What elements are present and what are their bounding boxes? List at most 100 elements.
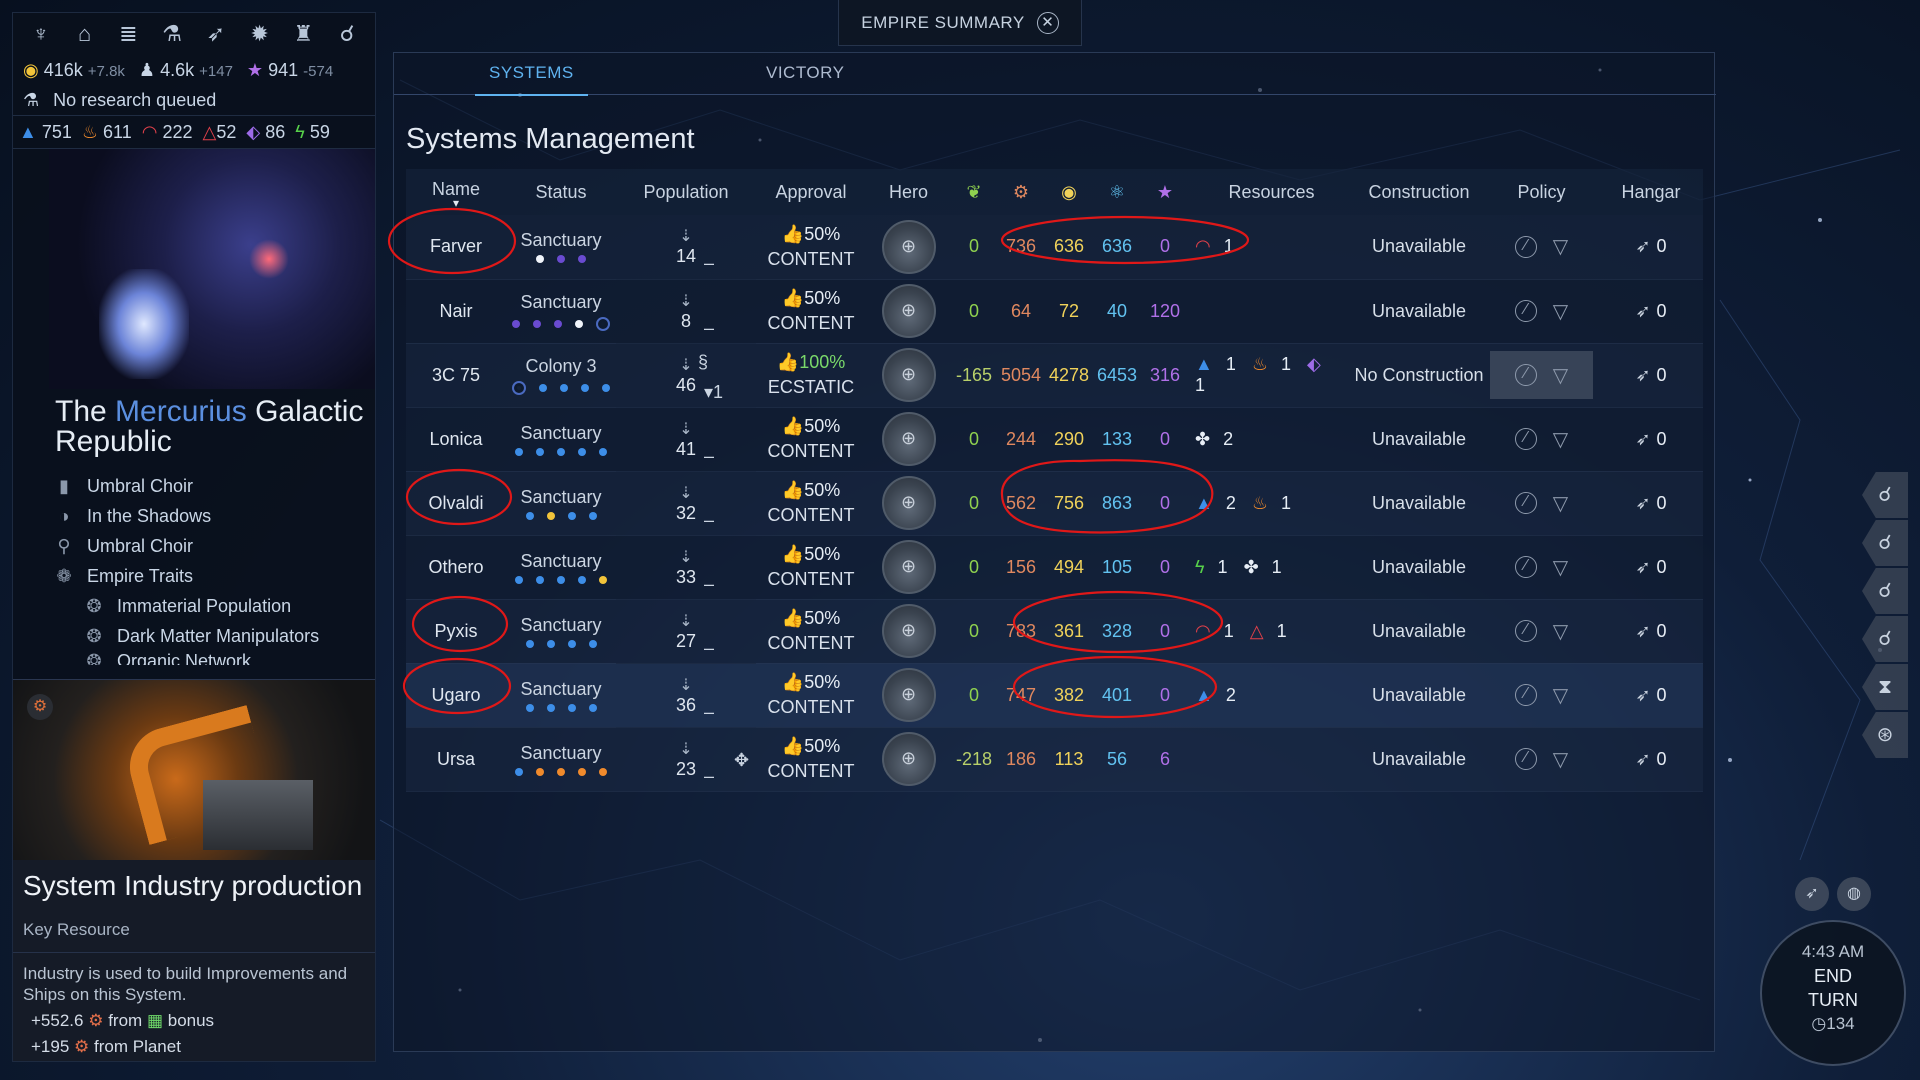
- column-industry[interactable]: ⚙: [997, 169, 1045, 215]
- system-name[interactable]: Olvaldi: [406, 471, 506, 536]
- column-population[interactable]: Population: [616, 169, 756, 215]
- hangar-cell[interactable]: ➶ 0: [1599, 535, 1703, 600]
- hero-slot-icon[interactable]: ⊕: [881, 284, 936, 338]
- column-policy[interactable]: Policy: [1484, 169, 1599, 215]
- strategic-value: 222: [162, 121, 193, 142]
- table-row[interactable]: Lonica Sanctuary ⇣ 41– 👍50% CONTENT ⊕ 0 244 290 13…: [406, 407, 1703, 472]
- column-influence[interactable]: ★: [1141, 169, 1189, 215]
- globe-icon[interactable]: ◍: [1837, 877, 1871, 911]
- policy-dropdown[interactable]: ⁄ ▽: [1484, 234, 1599, 259]
- system-name[interactable]: Pyxis: [406, 599, 506, 664]
- construction-status[interactable]: No Construction: [1354, 343, 1484, 408]
- trait-item[interactable]: ⚲ Umbral Choir: [55, 531, 375, 561]
- column-resources[interactable]: Resources: [1189, 169, 1354, 215]
- table-row[interactable]: Olvaldi Sanctuary ⇣ 32– 👍50% CONTENT ⊕ 0 562 756 8…: [406, 471, 1703, 536]
- table-row[interactable]: Farver Sanctuary ⇣ 14– 👍50% CONTENT ⊕ 0 736 636 63…: [406, 215, 1703, 280]
- system-name[interactable]: Nair: [406, 279, 506, 344]
- diplomacy-icon[interactable]: ☌: [1862, 472, 1908, 518]
- column-hangar[interactable]: Hangar: [1599, 169, 1703, 215]
- hero-slot-icon[interactable]: ⊕: [881, 732, 936, 786]
- column-construction[interactable]: Construction: [1354, 169, 1484, 215]
- hero-slot-icon[interactable]: ⊕: [881, 540, 936, 594]
- trait-item[interactable]: ❂ Immaterial Population: [55, 591, 375, 621]
- tab-systems[interactable]: SYSTEMS: [475, 63, 588, 96]
- research-icon[interactable]: ⚗: [154, 21, 190, 47]
- hero-slot-icon[interactable]: ⊕: [881, 412, 936, 466]
- diplomacy-icon[interactable]: ☌: [1862, 568, 1908, 614]
- trade-icon[interactable]: ≣: [110, 21, 146, 47]
- trait-item[interactable]: ▮ Umbral Choir: [55, 471, 375, 501]
- system-name[interactable]: Ursa: [406, 727, 506, 792]
- policy-dropdown[interactable]: ⁄ ▽: [1484, 747, 1599, 772]
- hangar-cell[interactable]: ➶ 0: [1599, 599, 1703, 664]
- empire-icon[interactable]: ⌂: [67, 21, 103, 47]
- population-arrow-icon[interactable]: ⇣: [616, 291, 756, 311]
- diplomacy-icon[interactable]: ☌: [1862, 520, 1908, 566]
- hangar-cell[interactable]: ➶ 0: [1599, 215, 1703, 280]
- column-approval[interactable]: Approval: [756, 169, 866, 215]
- empire-name-highlight[interactable]: Mercurius: [115, 395, 247, 428]
- column-name[interactable]: Name ▾: [406, 169, 506, 215]
- faction-icon[interactable]: ♆: [23, 21, 59, 47]
- hero-slot-icon[interactable]: ⊕: [881, 476, 936, 530]
- hangar-cell[interactable]: ➶ 0: [1599, 279, 1703, 344]
- gear-icon[interactable]: ✹: [242, 21, 278, 47]
- population-arrow-icon[interactable]: ⇣: [616, 419, 756, 439]
- hero-slot-icon[interactable]: ⊕: [881, 219, 936, 274]
- hourglass-icon[interactable]: ⧗: [1862, 664, 1908, 710]
- population-arrow-icon[interactable]: ⇣: [616, 355, 756, 375]
- policy-dropdown[interactable]: ⁄ ▽: [1484, 683, 1599, 708]
- hangar-cell[interactable]: ➶ 0: [1599, 727, 1703, 792]
- column-science[interactable]: ⚛: [1093, 169, 1141, 215]
- column-dust[interactable]: ◉: [1045, 169, 1093, 215]
- policy-dropdown[interactable]: ⁄ ▽: [1484, 619, 1599, 644]
- system-name[interactable]: Ugaro: [406, 663, 506, 728]
- diplomacy-icon[interactable]: ☌: [1862, 616, 1908, 662]
- system-name[interactable]: Farver: [406, 215, 506, 280]
- policy-dropdown[interactable]: ⁄ ▽: [1484, 555, 1599, 580]
- population-arrow-icon[interactable]: ⇣: [616, 611, 756, 631]
- table-row[interactable]: 3C 75 Colony 3 ⇣ 46 ▾1 § 👍100% ECSTATIC ⊕ -165 505…: [406, 343, 1703, 408]
- table-row[interactable]: Othero Sanctuary ⇣ 33– 👍50% CONTENT ⊕ 0 156 494 10…: [406, 535, 1703, 600]
- table-row[interactable]: Pyxis Sanctuary ⇣ 27– 👍50% CONTENT ⊕ 0 783 361 328…: [406, 599, 1703, 664]
- hangar-cell[interactable]: ➶ 0: [1599, 471, 1703, 536]
- system-name[interactable]: Othero: [406, 535, 506, 600]
- policy-dropdown[interactable]: ⁄ ▽: [1484, 491, 1599, 516]
- research-status-row[interactable]: ⚗ No research queued: [13, 85, 375, 115]
- hero-cell: ⊕: [866, 279, 951, 344]
- close-icon[interactable]: ✕: [1036, 11, 1059, 34]
- tab-victory[interactable]: VICTORY: [766, 63, 844, 83]
- diplomacy-icon[interactable]: ☌: [329, 21, 365, 47]
- fleet-icon[interactable]: ➶: [1795, 877, 1829, 911]
- hangar-cell[interactable]: ➶ 0: [1599, 663, 1703, 728]
- trophy-icon[interactable]: ♜: [285, 21, 321, 47]
- trait-item[interactable]: ❂ Organic Network: [55, 651, 375, 665]
- hero-slot-icon[interactable]: ⊕: [881, 668, 936, 722]
- population-arrow-icon[interactable]: ⇣: [616, 675, 756, 695]
- hero-slot-icon[interactable]: ⊕: [881, 348, 936, 402]
- column-food[interactable]: ❦: [951, 169, 997, 215]
- population-arrow-icon[interactable]: ⇣: [616, 483, 756, 503]
- population-arrow-icon[interactable]: ⇣: [616, 547, 756, 567]
- hero-slot-icon[interactable]: ⊕: [881, 604, 936, 658]
- hangar-cell[interactable]: ➶ 0: [1599, 343, 1703, 408]
- policy-dropdown[interactable]: ⁄ ▽: [1490, 351, 1593, 399]
- policy-dropdown[interactable]: ⁄ ▽: [1484, 427, 1599, 452]
- population-arrow-icon[interactable]: ⇣: [616, 226, 756, 246]
- column-hero[interactable]: Hero: [866, 169, 951, 215]
- systems-panel: SYSTEMS VICTORY Systems Management Name ▾…: [393, 52, 1716, 1052]
- system-name[interactable]: 3C 75: [406, 343, 506, 408]
- policy-dropdown[interactable]: ⁄ ▽: [1484, 299, 1599, 324]
- system-name[interactable]: Lonica: [406, 407, 506, 472]
- table-row[interactable]: Ursa Sanctuary ⇣ 23– ✥ 👍50% CONTENT ⊕ -218 186 113…: [406, 727, 1703, 792]
- table-row[interactable]: Nair Sanctuary ⇣ 8– 👍50% CONTENT ⊕ 0 64 72 40 120 Un…: [406, 279, 1703, 344]
- column-status[interactable]: Status: [506, 169, 616, 215]
- table-row[interactable]: Ugaro Sanctuary ⇣ 36– 👍50% CONTENT ⊕ 0 747 382 401…: [406, 663, 1703, 728]
- compass-icon[interactable]: ⊛: [1862, 712, 1908, 758]
- trait-item[interactable]: ◑ In the Shadows: [55, 501, 375, 531]
- trait-item[interactable]: ❂ Dark Matter Manipulators: [55, 621, 375, 651]
- fleet-icon[interactable]: ➶: [198, 21, 234, 47]
- hangar-cell[interactable]: ➶ 0: [1599, 407, 1703, 472]
- hero-cell: ⊕: [866, 343, 951, 408]
- end-turn-button[interactable]: 4:43 AM END TURN ◷134: [1760, 920, 1906, 1066]
